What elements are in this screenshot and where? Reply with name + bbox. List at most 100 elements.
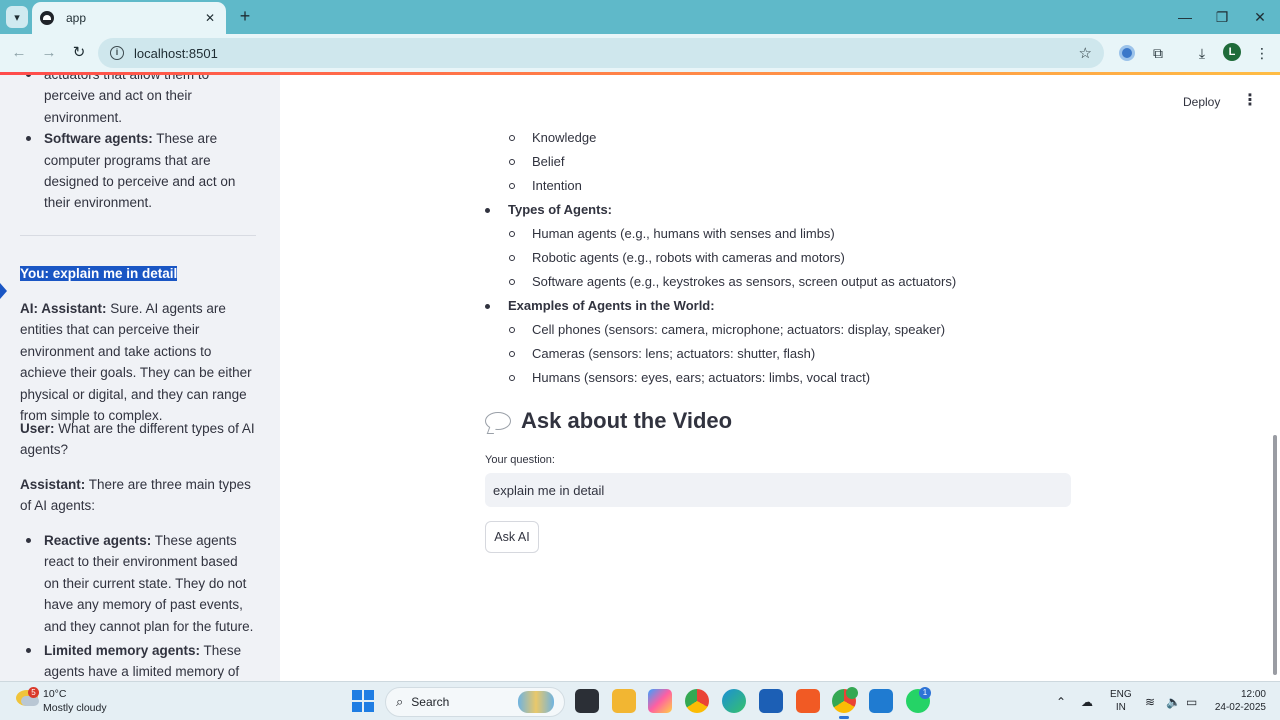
clock-time: 12:00 (1240, 689, 1266, 700)
start-button[interactable] (352, 690, 374, 712)
browser-menu-button[interactable]: ⋮ (1252, 43, 1272, 63)
list-item: Reactive agents: These agents react to t… (20, 530, 256, 637)
weather-temperature[interactable]: 10°C (43, 688, 66, 700)
question-label: Your question: (485, 454, 555, 466)
main-content[interactable]: Deploy ⋮ Knowledge Belief Intention Type… (280, 75, 1280, 681)
arrow-right-icon: → (41, 44, 57, 61)
speaker-label: Assistant: (20, 477, 86, 492)
chat-you-line: You: explain me in detail (20, 263, 256, 284)
edge-icon[interactable] (722, 689, 746, 713)
chat-assistant-message: Assistant: There are three main types of… (20, 474, 256, 517)
chevron-up-icon[interactable]: ⌃ (1056, 695, 1066, 709)
star-icon[interactable]: ☆ (1079, 44, 1092, 62)
active-app-indicator (839, 716, 849, 719)
speech-balloon-icon (485, 412, 511, 430)
weather-condition[interactable]: Mostly cloudy (43, 702, 107, 714)
forward-button[interactable]: → (38, 42, 60, 64)
battery-icon[interactable]: ▭ (1186, 695, 1197, 709)
list-item-text: Humans (sensors: eyes, ears; actuators: … (532, 370, 871, 385)
restore-button[interactable]: ❐ (1209, 6, 1235, 28)
list-item-text: Belief (532, 154, 565, 169)
list-item-text: Cameras (sensors: lens; actuators: shutt… (532, 346, 816, 361)
deploy-button[interactable]: Deploy (1183, 95, 1220, 109)
app-menu-icon[interactable]: ⋮ (1242, 93, 1258, 109)
chat-user-message: User: What are the different types of AI… (20, 418, 256, 461)
list-item: Knowledge (509, 126, 596, 150)
url-text[interactable]: localhost:8501 (134, 46, 1079, 61)
list-item-text: Cell phones (sensors: camera, microphone… (532, 322, 946, 337)
list-item-text: Human agents (e.g., humans with senses a… (532, 226, 835, 241)
list-item-label: Reactive agents: (44, 533, 152, 548)
list-item: Belief (509, 150, 565, 174)
site-info-icon[interactable]: i (110, 46, 124, 60)
new-tab-button[interactable]: + (234, 6, 256, 28)
extensions-button[interactable]: ⧉ (1148, 43, 1168, 63)
vscode-icon[interactable] (869, 689, 893, 713)
address-bar[interactable]: i localhost:8501 ☆ (98, 38, 1104, 68)
list-item-label: Limited memory agents: (44, 643, 201, 659)
reload-button[interactable]: ↻ (68, 42, 90, 64)
language-code: ENG (1110, 689, 1132, 700)
close-icon[interactable]: ✕ (202, 11, 218, 25)
downloads-button[interactable]: ⤓ (1192, 43, 1212, 63)
scrollbar[interactable] (1273, 435, 1277, 675)
list-item: Software agents (e.g., keystrokes as sen… (509, 270, 956, 294)
volume-icon[interactable]: 🔈 (1166, 695, 1181, 709)
ask-ai-button[interactable]: Ask AI (485, 521, 539, 553)
list-item: Software agents: These are computer prog… (20, 128, 256, 214)
speaker-label: User: (20, 421, 55, 436)
profile-avatar[interactable]: L (1223, 43, 1241, 61)
list-marker (509, 279, 515, 285)
list-item: Cell phones (sensors: camera, microphone… (509, 318, 945, 342)
sidebar-agent-type-list: Reactive agents: These agents react to t… (20, 530, 256, 681)
list-marker (485, 304, 490, 309)
puzzle-icon: ⧉ (1153, 45, 1163, 61)
sidebar[interactable]: actuators that allow them to perceive an… (0, 75, 280, 681)
plus-icon: + (239, 6, 251, 26)
whatsapp-badge: 1 (919, 687, 931, 699)
message-text: Sure. AI agents are entities that can pe… (20, 301, 252, 424)
list-marker (509, 159, 515, 165)
list-marker (509, 375, 515, 381)
chat-ai-message: AI: Assistant: Sure. AI agents are entit… (20, 298, 256, 426)
browser-toolbar: ← → ↻ i localhost:8501 ☆ ⧉ ⤓ L ⋮ (0, 34, 1280, 72)
extension-button[interactable] (1117, 43, 1137, 63)
system-clock[interactable]: 12:00 24-02-2025 (1206, 688, 1266, 714)
list-item-text: Knowledge (532, 130, 597, 145)
store-icon[interactable] (759, 689, 783, 713)
list-item: Limited memory agents: These agents have… (20, 640, 256, 681)
task-view-icon[interactable] (575, 689, 599, 713)
list-item: Types of Agents: (485, 198, 612, 222)
sidebar-agent-list-top: actuators that allow them to perceive an… (20, 75, 256, 214)
search-icon: ⌕ (396, 694, 404, 709)
onedrive-icon[interactable]: ☁ (1081, 695, 1093, 709)
reload-icon: ↻ (72, 44, 86, 61)
back-button[interactable]: ← (8, 42, 30, 64)
list-marker (485, 208, 490, 213)
list-marker (509, 255, 515, 261)
taskbar: 5 10°C Mostly cloudy ⌕ Search 1 ⌃ ☁ ENG … (0, 681, 1280, 720)
question-input[interactable] (485, 473, 1071, 507)
search-highlight-icon (518, 691, 554, 713)
tab-search-menu[interactable]: ▾ (6, 6, 28, 28)
taskbar-search[interactable]: ⌕ Search (385, 687, 565, 717)
copilot-icon[interactable] (648, 689, 672, 713)
minimize-button[interactable]: — (1172, 6, 1198, 28)
tab-favicon-icon (40, 11, 54, 25)
wps-office-icon[interactable] (796, 689, 820, 713)
list-marker (509, 135, 515, 141)
chrome-icon[interactable] (685, 689, 709, 713)
browser-tab[interactable]: app ✕ (32, 2, 226, 34)
kebab-menu-icon: ⋮ (1255, 45, 1269, 61)
list-marker (509, 231, 515, 237)
selected-text[interactable]: You: explain me in detail (20, 266, 178, 281)
chevron-down-icon: ▾ (14, 11, 20, 24)
file-explorer-icon[interactable] (612, 689, 636, 713)
wifi-icon[interactable]: ≋ (1145, 695, 1155, 709)
window-close-button[interactable]: ✕ (1247, 6, 1273, 28)
sidebar-divider (20, 235, 256, 236)
list-marker (509, 327, 515, 333)
region-code: IN (1115, 702, 1126, 713)
list-item-text: actuators that allow them to perceive an… (44, 75, 209, 125)
language-indicator[interactable]: ENG IN (1110, 688, 1132, 714)
